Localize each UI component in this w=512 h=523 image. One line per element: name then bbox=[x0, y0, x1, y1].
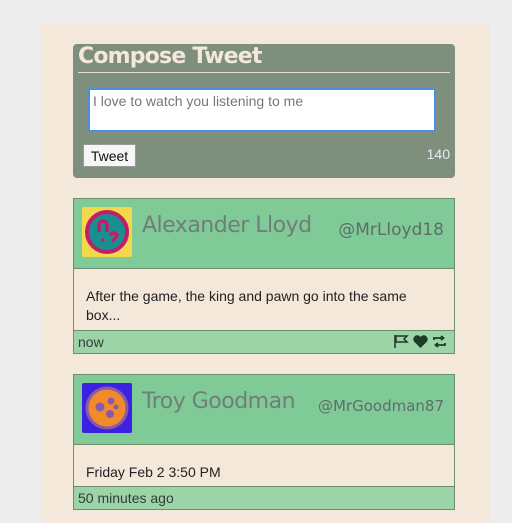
tweet-timestamp: 50 minutes ago bbox=[78, 490, 174, 506]
char-counter: 140 bbox=[426, 146, 450, 162]
page-container: Compose Tweet Tweet 140 Alexander Lloyd … bbox=[41, 24, 490, 523]
tweet-author-handle[interactable]: @MrGoodman87 bbox=[318, 397, 444, 415]
face-avatar-icon bbox=[82, 207, 132, 257]
tweet-timestamp: now bbox=[78, 334, 104, 350]
tweet-footer: now bbox=[74, 330, 454, 353]
retweet-icon[interactable] bbox=[431, 334, 448, 349]
compose-panel: Compose Tweet Tweet 140 bbox=[73, 44, 455, 178]
tweet-button[interactable]: Tweet bbox=[83, 144, 136, 167]
heart-icon[interactable] bbox=[412, 334, 429, 349]
tweet-body: Friday Feb 2 3:50 PM bbox=[86, 464, 221, 480]
tweet-header: Troy Goodman @MrGoodman87 bbox=[74, 375, 454, 445]
tweet-author-handle[interactable]: @MrLloyd18 bbox=[338, 220, 444, 240]
compose-title: Compose Tweet bbox=[78, 44, 262, 69]
tweet-author-name[interactable]: Alexander Lloyd bbox=[142, 213, 312, 238]
tweet-card: Alexander Lloyd @MrLloyd18 After the gam… bbox=[73, 198, 455, 354]
tweet-author-name[interactable]: Troy Goodman bbox=[142, 389, 296, 414]
tweet-footer: 50 minutes ago bbox=[74, 486, 454, 509]
flag-icon[interactable] bbox=[393, 334, 410, 349]
tweet-actions bbox=[393, 334, 448, 349]
tweet-card: Troy Goodman @MrGoodman87 Friday Feb 2 3… bbox=[73, 374, 455, 510]
cookie-avatar-icon bbox=[82, 383, 132, 433]
tweet-header: Alexander Lloyd @MrLloyd18 bbox=[74, 199, 454, 269]
tweet-body: After the game, the king and pawn go int… bbox=[86, 288, 407, 323]
compose-textarea[interactable] bbox=[88, 88, 436, 132]
compose-divider bbox=[78, 72, 450, 73]
